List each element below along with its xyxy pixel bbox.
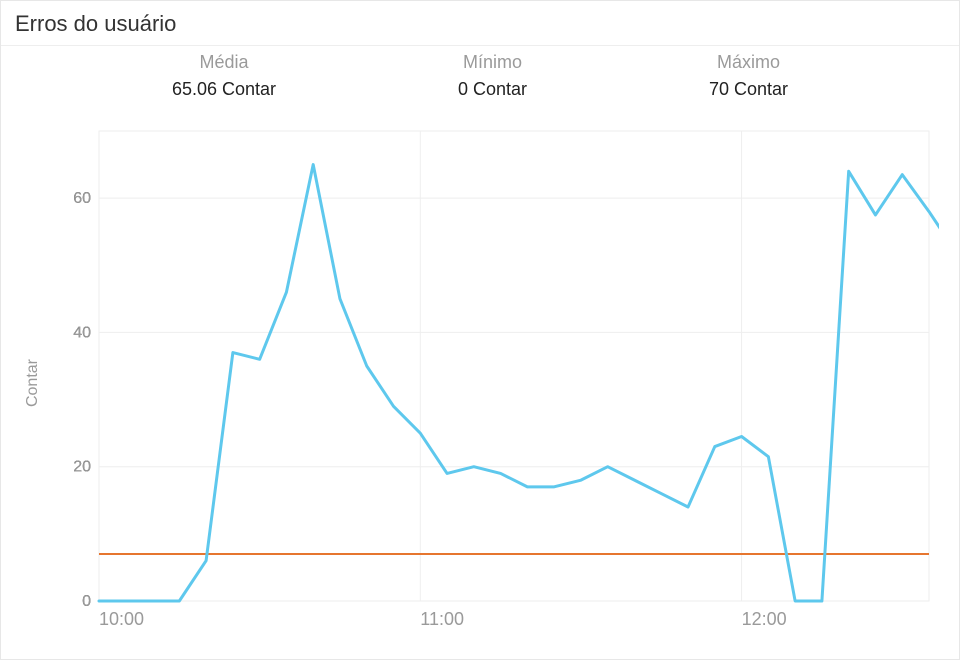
svg-text:11:00: 11:00 [420,609,464,629]
y-axis-label: Contar [24,359,42,407]
svg-text:60: 60 [73,190,91,207]
stat-avg-unit: Contar [222,79,276,99]
stat-avg: Média 65.06 Contar [172,52,276,100]
stat-max: Máximo 70 Contar [709,52,788,100]
stat-min-value: 0 Contar [458,79,527,100]
stat-max-unit: Contar [734,79,788,99]
stat-max-number: 70 [709,79,729,99]
svg-text:12:00: 12:00 [742,609,787,629]
stats-row: Média 65.06 Contar Mínimo 0 Contar Máxim… [1,46,959,100]
stat-max-value: 70 Contar [709,79,788,100]
stat-avg-label: Média [172,52,276,73]
stat-min-unit: Contar [473,79,527,99]
svg-text:10:00: 10:00 [99,609,144,629]
stat-avg-number: 65.06 [172,79,217,99]
stat-min-number: 0 [458,79,468,99]
svg-text:20: 20 [73,459,91,476]
chart-svg: 0020204040606010:0011:0012:00 [59,121,939,641]
chart-panel: Erros do usuário Média 65.06 Contar Míni… [0,0,960,660]
chart-area: Contar 0020204040606010:0011:0012:00 [15,121,945,645]
stat-max-label: Máximo [709,52,788,73]
stat-avg-value: 65.06 Contar [172,79,276,100]
chart-title: Erros do usuário [1,1,959,45]
svg-text:40: 40 [73,324,91,341]
svg-text:0: 0 [82,593,91,610]
stat-min: Mínimo 0 Contar [458,52,527,100]
stat-min-label: Mínimo [458,52,527,73]
